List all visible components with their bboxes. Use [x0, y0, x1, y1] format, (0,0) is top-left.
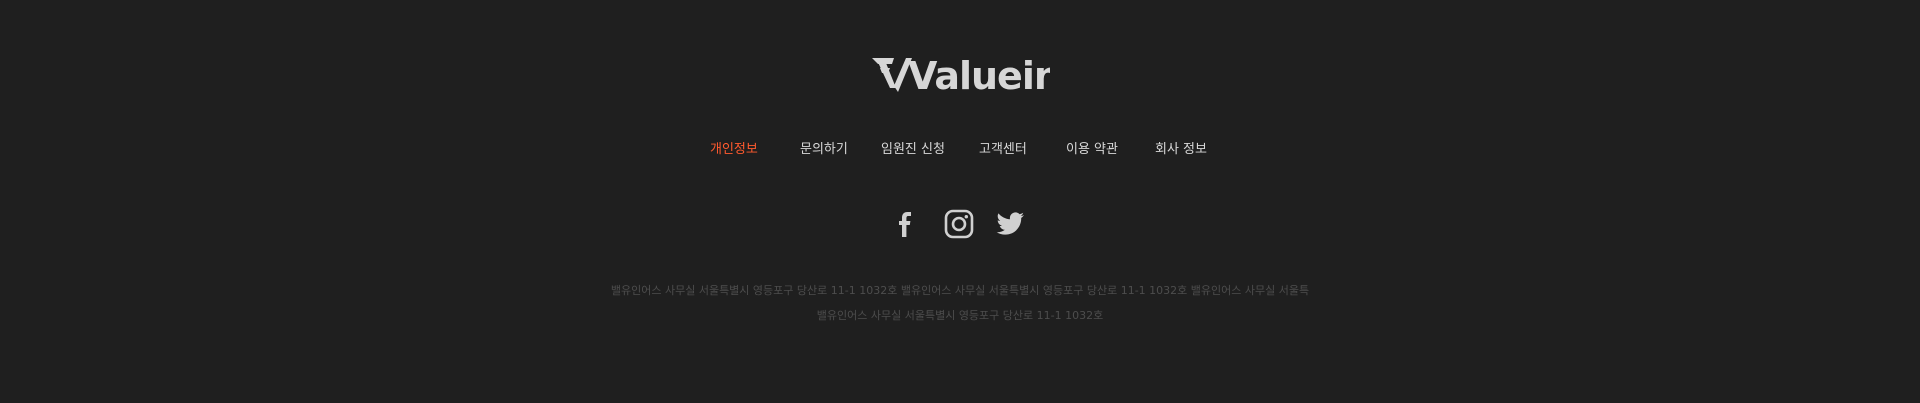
social-links: [0, 208, 1920, 240]
nav-item-terms[interactable]: 이용 약관: [1066, 140, 1118, 160]
logo-wordmark: Valueinus: [908, 54, 1050, 98]
address-line-2: 밸유인어스 사무실 서울특별시 영등포구 당산로 11-1 1032호: [816, 309, 1104, 322]
footer-nav: 개인정보 문의하기 임원진 신청 고객센터 이용 약관 회사 정보: [0, 140, 1920, 162]
site-footer: Valueinus 개인정보 문의하기 임원진 신청 고객센터 이용 약관 회사…: [0, 0, 1920, 403]
nav-item-executive-application[interactable]: 임원진 신청: [881, 140, 945, 160]
facebook-icon[interactable]: [890, 208, 922, 240]
twitter-icon[interactable]: [994, 208, 1026, 240]
nav-item-customer-center[interactable]: 고객센터: [979, 140, 1027, 160]
nav-item-privacy[interactable]: 개인정보: [710, 140, 758, 160]
logo-mark-icon: [872, 58, 912, 92]
brand-logo-container: Valueinus: [0, 52, 1920, 98]
brand-logo[interactable]: Valueinus: [870, 52, 1050, 98]
address-line-1: 밸유인어스 사무실 서울특별시 영등포구 당산로 11-1 1032호 밸유인어…: [610, 284, 1310, 297]
nav-item-contact[interactable]: 문의하기: [800, 140, 848, 160]
nav-item-company-info[interactable]: 회사 정보: [1155, 140, 1207, 160]
instagram-icon[interactable]: [943, 208, 975, 240]
